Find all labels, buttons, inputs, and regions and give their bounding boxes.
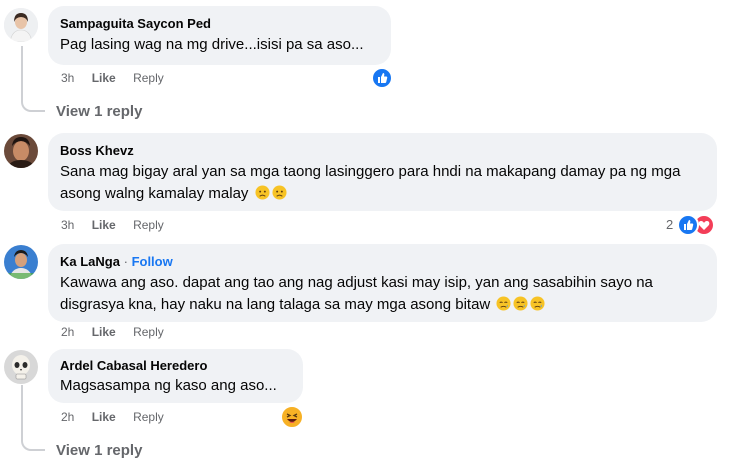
like-button[interactable]: Like [92,325,116,339]
sad-tear-face-emoji-icon [530,296,545,311]
like-button[interactable]: Like [92,218,116,232]
haha-reaction-icon[interactable] [280,405,304,429]
avatar-man-icon [4,134,38,168]
like-button[interactable]: Like [92,410,116,424]
reply-button[interactable]: Reply [133,325,164,339]
comment-author-row: Ka LaNga · Follow [60,254,173,269]
follow-button[interactable]: Follow [132,254,173,269]
avatar[interactable] [4,245,38,279]
laughing-face-icon [286,413,298,423]
avatar-woman-icon [4,8,38,42]
comment-author[interactable]: Sampaguita Saycon Ped [60,16,211,31]
like-reaction-icon[interactable] [677,214,699,236]
view-replies-link[interactable]: View 1 reply [56,442,142,459]
comment-text-content: Kawawa ang aso. dapat ang tao ang nag ad… [60,274,653,313]
avatar-skull-icon [4,350,38,384]
thread-line [21,46,23,96]
avatar[interactable] [4,134,38,168]
thread-connector [21,431,45,451]
thumbs-up-icon [378,73,388,83]
comment-actions: 3h Like Reply [61,71,178,85]
comment-text: Pag lasing wag na mg drive...isisi pa sa… [60,36,364,53]
avatar[interactable] [4,350,38,384]
comment-time[interactable]: 2h [61,410,74,424]
avatar[interactable] [4,8,38,42]
worried-face-emoji-icon [255,185,270,200]
worried-face-emoji-icon [272,185,287,200]
avatar-person-icon [4,245,38,279]
comment-actions: 3h Like Reply [61,218,178,232]
comment-actions: 2h Like Reply [61,325,178,339]
thread-line [21,385,23,435]
reply-button[interactable]: Reply [133,71,164,85]
comment-text: Magsasampa ng kaso ang aso... [60,377,277,394]
sad-tear-face-emoji-icon [513,296,528,311]
comment-text: Sana mag bigay aral yan sa mga taong las… [60,161,710,205]
comment-author[interactable]: Ka LaNga [60,254,120,269]
view-replies-link[interactable]: View 1 reply [56,103,142,120]
comment-text: Kawawa ang aso. dapat ang tao ang nag ad… [60,272,710,316]
comment-author[interactable]: Ardel Cabasal Heredero [60,358,207,373]
reply-button[interactable]: Reply [133,410,164,424]
comment-author[interactable]: Boss Khevz [60,143,134,158]
reply-button[interactable]: Reply [133,218,164,232]
thread-connector [21,92,45,112]
like-button[interactable]: Like [92,71,116,85]
comment-time[interactable]: 2h [61,325,74,339]
thumbs-up-icon [684,220,694,230]
comment-time[interactable]: 3h [61,71,74,85]
comment-text-content: Sana mag bigay aral yan sa mga taong las… [60,163,681,202]
comment-actions: 2h Like Reply [61,410,178,424]
reaction-count[interactable]: 2 [666,217,673,232]
like-reaction-icon[interactable] [371,67,393,89]
comment-time[interactable]: 3h [61,218,74,232]
sad-tear-face-emoji-icon [496,296,511,311]
separator-dot: · [123,254,128,269]
